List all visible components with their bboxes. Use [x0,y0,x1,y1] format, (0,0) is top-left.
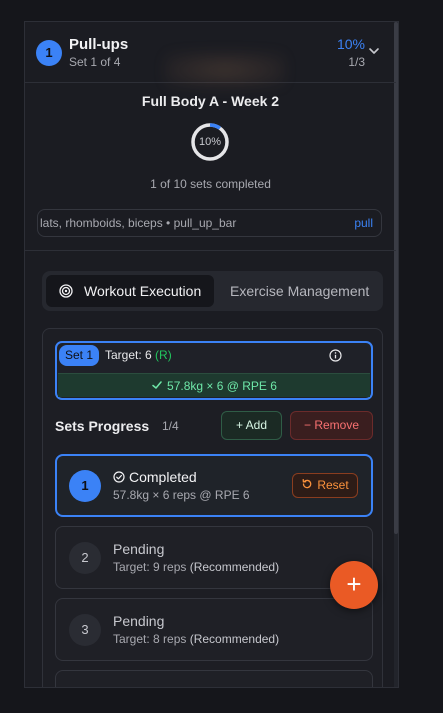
set-row[interactable]: 2 Pending Target: 9 reps (Recommended) [55,526,373,589]
muscle-groups-text: lats, rhomboids, biceps • pull_up_bar [40,216,237,230]
set-row-partial[interactable] [55,670,373,687]
set-recommended: (Recommended) [189,560,280,574]
set-status: Completed [113,469,197,485]
divider [25,250,396,251]
reset-label: Reset [317,478,349,492]
set-target-text: Target: 8 reps [113,632,187,646]
set-row[interactable]: 3 Pending Target: 8 reps (Recommended) [55,598,373,661]
set-row[interactable]: 1 Completed 57.8kg × 6 reps @ RPE 6 Rese… [55,454,373,517]
set-recommended: (Recommended) [189,632,280,646]
info-icon[interactable] [329,349,342,362]
check-icon [152,381,162,389]
set-detail: Target: 9 reps (Recommended) [113,560,279,574]
movement-type-link[interactable]: pull [354,216,373,230]
set-number: 2 [69,542,101,574]
progress-ring-label: 10% [198,136,222,148]
remove-set-label: Remove [314,418,360,432]
exercise-set-info: Set 1 of 4 [69,55,121,69]
exercise-header[interactable]: 1 Pull-ups Set 1 of 4 10% 1/3 [25,22,396,88]
set-target-recommended: (R) [155,348,172,362]
set-result-text: 57.8kg × 6 @ RPE 6 [167,379,277,393]
add-set-button[interactable]: + Add [221,411,282,440]
set-result-bar: 57.8kg × 6 @ RPE 6 [58,373,370,397]
set-target-text: Target: 9 reps [113,560,187,574]
exercise-percent: 10% [336,36,365,52]
reset-button[interactable]: Reset [292,473,358,498]
target-icon [59,284,73,298]
sets-completed-text: 1 of 10 sets completed [150,177,271,191]
set-detail: Target: 8 reps (Recommended) [113,632,279,646]
set-target: Target: 6 (R) [105,348,172,362]
set-number: 1 [69,470,101,502]
exercise-title: Pull-ups [69,36,129,53]
add-fab-button[interactable]: + [330,561,378,609]
check-circle-icon [113,471,125,483]
exercise-number-badge: 1 [36,40,62,66]
blurred-background [165,52,285,88]
scrollbar[interactable] [394,22,398,687]
workout-title: Full Body A - Week 2 [141,93,280,109]
set-detail: 57.8kg × 6 reps @ RPE 6 [113,488,250,502]
set-result: 57.8kg × 6 @ RPE 6 [58,379,370,393]
set-status: Pending [113,613,165,629]
current-set-box[interactable]: Set 1 Target: 6 (R) 57.8kg × 6 @ RPE 6 [55,341,373,400]
set-badge: Set 1 [59,345,100,366]
tab-workout-execution-label: Workout Execution [84,283,202,299]
chevron-down-icon[interactable] [367,44,381,58]
tab-exercise-management[interactable]: Exercise Management [230,283,369,299]
sets-progress-count: 1/4 [162,419,179,433]
set-number: 3 [69,614,101,646]
set-target-text: Target: 6 [105,348,152,362]
muscle-groups-bar: lats, rhomboids, biceps • pull_up_bar pu… [37,209,382,237]
set-status-text: Completed [129,469,197,485]
add-set-label: Add [245,418,268,432]
plus-icon: + [235,418,243,432]
tab-workout-execution[interactable]: Workout Execution [46,275,214,307]
reset-icon [302,478,312,489]
tab-bar: Workout Execution Exercise Management [42,271,383,311]
sets-progress-title: Sets Progress [55,418,150,434]
set-status: Pending [113,541,165,557]
remove-set-button[interactable]: − Remove [290,411,373,440]
minus-icon: − [303,418,311,432]
sets-card: Set 1 Target: 6 (R) 57.8kg × 6 @ RPE 6 S… [42,328,383,687]
exercise-fraction: 1/3 [348,55,365,69]
